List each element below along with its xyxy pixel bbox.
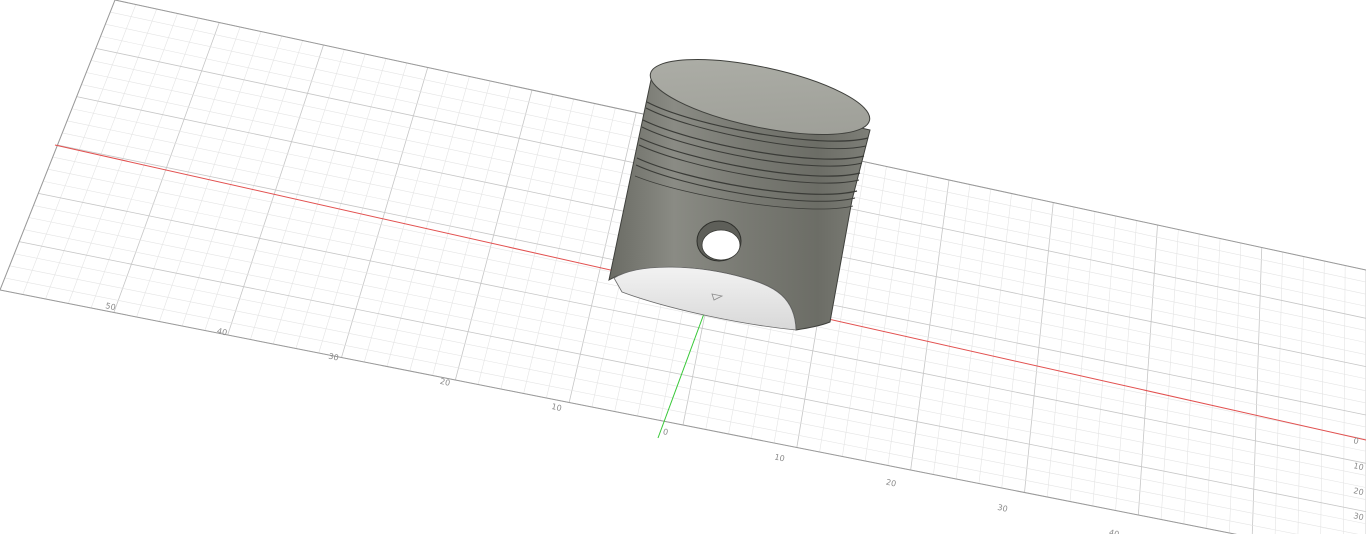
grid-border <box>0 289 1238 534</box>
ruler-tick-label: 10 <box>551 402 563 413</box>
ruler-tick-label: 10 <box>774 452 786 463</box>
grid-line <box>1251 247 1263 534</box>
ruler-tick-label: 20 <box>1353 486 1365 497</box>
grid-line <box>4 277 1298 534</box>
ruler-tick-label: 30 <box>1353 511 1365 522</box>
wrist-pin-hole[interactable] <box>696 220 742 262</box>
design-viewport[interactable]: 50 40 30 20 10 0 10 20 30 40 0 10 20 30 <box>0 0 1366 534</box>
ruler-tick-label: 20 <box>885 478 897 489</box>
grid-line <box>1297 256 1304 534</box>
ruler-tick-label: 40 <box>216 326 228 337</box>
ruler-tick-label: 30 <box>328 352 340 363</box>
grid-line <box>1274 251 1283 534</box>
ruler-tick-label: 0 <box>662 427 669 437</box>
grid-line <box>1343 265 1346 534</box>
front-ruler: 5040302010010203040 <box>105 301 1120 534</box>
grid-line <box>1320 260 1325 534</box>
grid-line <box>0 289 1237 534</box>
grid-border <box>0 0 116 291</box>
3d-scene[interactable]: 5040302010010203040 0102030 <box>0 0 1366 534</box>
ruler-tick-label: 30 <box>997 503 1009 514</box>
ruler-tick-label: 40 <box>1108 528 1120 534</box>
ruler-tick-label: 20 <box>439 377 451 388</box>
ruler-tick-label: 0 <box>1353 436 1360 446</box>
ruler-tick-label: 10 <box>1353 461 1365 472</box>
piston-model[interactable] <box>608 44 876 331</box>
